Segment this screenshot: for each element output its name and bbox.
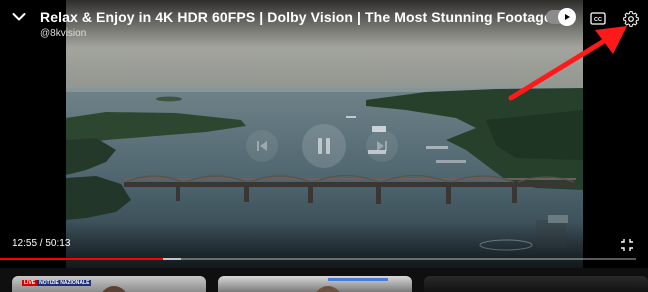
related-video-thumbnail[interactable] [424, 276, 648, 292]
closed-captions-icon: CC [590, 11, 606, 25]
related-video-thumbnail[interactable] [218, 276, 412, 292]
bottom-gradient [0, 222, 648, 268]
svg-text:CC: CC [594, 17, 602, 23]
center-controls [246, 124, 398, 168]
thumbnail-person [100, 286, 128, 292]
autoplay-toggle[interactable] [546, 8, 576, 26]
video-player[interactable]: Relax & Enjoy in 4K HDR 60FPS | Dolby Vi… [0, 0, 648, 268]
time-display: 12:55 / 50:13 [12, 238, 70, 249]
live-badge: LIVE [22, 279, 38, 286]
network-badge: NOTIZIE NAZIONALE [37, 279, 92, 286]
duration: 50:13 [45, 238, 71, 249]
play-icon [565, 14, 570, 20]
thumbnail-banner [328, 278, 388, 281]
gear-icon [623, 11, 639, 27]
captions-button[interactable]: CC [588, 9, 608, 27]
pause-icon [318, 138, 330, 154]
exit-fullscreen-button[interactable] [620, 238, 634, 252]
thumbnail-person [314, 286, 342, 292]
chevron-down-icon [12, 13, 26, 21]
collapse-button[interactable] [8, 6, 30, 28]
next-button[interactable] [366, 130, 398, 162]
video-title: Relax & Enjoy in 4K HDR 60FPS | Dolby Vi… [40, 9, 552, 25]
progress-bar[interactable] [0, 258, 636, 260]
current-time: 12:55 [12, 238, 38, 249]
pause-button[interactable] [302, 124, 346, 168]
autoplay-knob [558, 8, 576, 26]
progress-played [0, 258, 164, 260]
related-video-thumbnail[interactable]: LIVE NOTIZIE NAZIONALE [12, 276, 206, 292]
skip-previous-icon [257, 141, 267, 151]
settings-button[interactable] [620, 8, 642, 30]
channel-handle[interactable]: @8kvision [40, 28, 86, 39]
related-videos: LIVE NOTIZIE NAZIONALE [0, 268, 648, 292]
previous-button[interactable] [246, 130, 278, 162]
skip-next-icon [377, 141, 387, 151]
thumbnail-badge: LIVE NOTIZIE NAZIONALE [22, 279, 92, 286]
exit-fullscreen-icon [621, 239, 633, 251]
